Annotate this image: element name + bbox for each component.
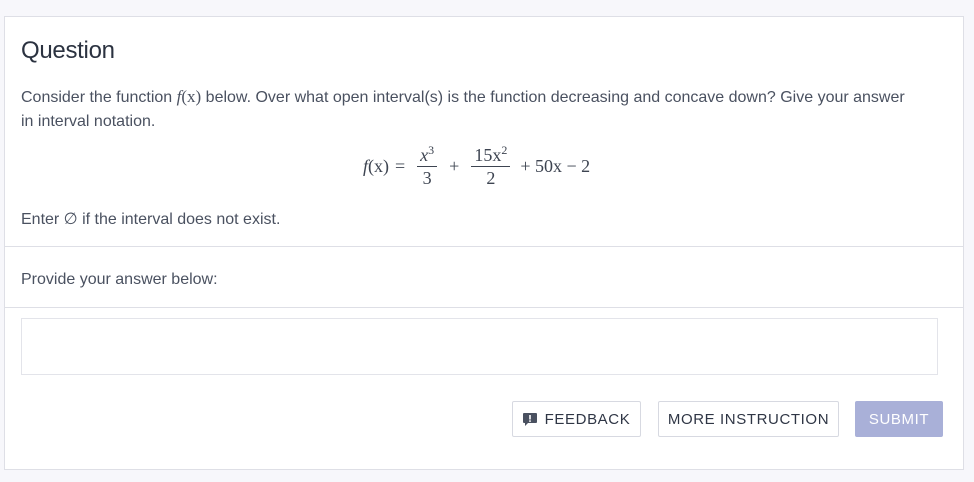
formula-fraction-2: 15x2 2 bbox=[471, 143, 511, 188]
feedback-icon bbox=[522, 412, 537, 426]
formula-equals: = bbox=[395, 156, 406, 176]
fraction-2-numerator: 15x bbox=[474, 145, 502, 165]
question-prompt: Consider the function f(x) below. Over w… bbox=[21, 85, 921, 134]
more-instruction-button-label: MORE INSTRUCTION bbox=[667, 410, 830, 428]
empty-set-hint: Enter ∅ if the interval does not exist. bbox=[21, 211, 281, 228]
fraction-2-denominator: 2 bbox=[486, 168, 496, 188]
feedback-button[interactable]: FEEDBACK bbox=[512, 401, 641, 437]
fraction-1-numerator: x bbox=[420, 145, 429, 165]
feedback-button-label: FEEDBACK bbox=[544, 410, 631, 428]
formula-lhs-arg: (x) bbox=[368, 156, 390, 176]
submit-button[interactable]: SUBMIT bbox=[855, 401, 943, 437]
submit-button-label: SUBMIT bbox=[868, 410, 930, 428]
question-title: Question bbox=[21, 37, 115, 64]
fraction-2-exponent: 2 bbox=[501, 143, 508, 157]
formula-fraction-1: x3 3 bbox=[417, 143, 438, 188]
prompt-function-arg: (x) bbox=[181, 87, 202, 106]
fraction-1-denominator: 3 bbox=[422, 168, 432, 188]
formula-tail: + 50x − 2 bbox=[520, 156, 591, 176]
function-formula: f (x) = x3 3 + 15x2 2 + 50x − 2 bbox=[363, 143, 591, 188]
answer-label: Provide your answer below: bbox=[5, 247, 963, 308]
fraction-1-exponent: 3 bbox=[428, 143, 435, 157]
question-section: Question Consider the function f(x) belo… bbox=[5, 17, 963, 247]
prompt-text-start: Consider the function bbox=[21, 89, 177, 106]
formula-plus: + bbox=[449, 156, 460, 176]
more-instruction-button[interactable]: MORE INSTRUCTION bbox=[658, 401, 839, 437]
answer-input[interactable] bbox=[21, 318, 938, 375]
